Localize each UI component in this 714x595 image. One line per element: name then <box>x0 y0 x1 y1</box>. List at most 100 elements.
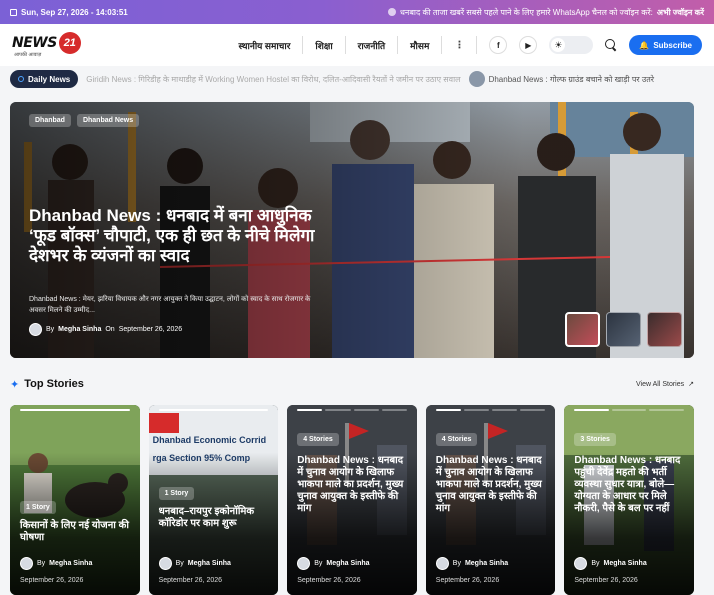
hero-thumbnails <box>565 312 682 347</box>
story-card[interactable]: 4 Stories Dhanbad News : धनबाद में चुनाव… <box>425 405 556 595</box>
story-card[interactable]: 1 Story किसानों के लिए नई योजना की घोषणा… <box>10 405 140 595</box>
calendar-icon <box>10 8 17 16</box>
subscribe-button[interactable]: 🔔 Subscribe <box>629 35 702 55</box>
site-header: NEWS 21 आपकी आवाज़ स्थानीय समाचार शिक्षा… <box>0 24 714 66</box>
author-name[interactable]: Megha Sinha <box>465 560 508 567</box>
logo-tagline: आपकी आवाज़ <box>14 52 42 58</box>
hero-thumbnail[interactable] <box>606 312 641 347</box>
story-card[interactable]: 3 Stories Dhanbad News : धनबाद पहुंची दे… <box>564 405 694 595</box>
author-name[interactable]: Megha Sinha <box>604 560 647 567</box>
view-all-stories-link[interactable]: View All Stories ↗ <box>636 380 694 389</box>
view-all-label: View All Stories <box>636 380 685 388</box>
author-avatar <box>29 323 42 336</box>
ticker-thumbnail <box>468 71 485 87</box>
story-byline: By Megha Sinha <box>297 557 370 570</box>
main-nav: स्थानीय समाचार शिक्षा राजनीति मौसम ⋮ f ▶… <box>238 35 702 55</box>
hero-categories: Dhanbad Dhanbad News <box>29 114 140 127</box>
story-title[interactable]: किसानों के लिए नई योजना की घोषणा <box>20 520 132 544</box>
story-count-badge: 4 Stories <box>297 433 339 446</box>
author-avatar <box>158 557 172 570</box>
story-title[interactable]: Dhanbad News : धनबाद में चुनाव आयोग के ख… <box>436 455 548 515</box>
sparkle-icon: ✦ <box>10 378 20 391</box>
whatsapp-icon <box>387 8 396 16</box>
hero-thumbnail[interactable] <box>647 312 682 347</box>
site-logo[interactable]: NEWS 21 आपकी आवाज़ <box>12 32 81 58</box>
image-headline-text: rga Section 95% Comp <box>152 453 251 463</box>
nav-divider <box>397 36 399 54</box>
logo-badge: 21 <box>58 32 81 54</box>
nav-item-weather[interactable]: मौसम <box>410 39 429 52</box>
story-count-badge: 4 Stories <box>435 433 478 446</box>
story-byline: By Megha Sinha <box>20 557 92 570</box>
ticker-item-text: Dhanbad News : गोल्फ ग्राउंड बचाने को खा… <box>488 74 655 84</box>
story-date: September 26, 2026 <box>435 577 500 584</box>
story-title[interactable]: Dhanbad News : धनबाद में चुनाव आयोग के ख… <box>297 455 409 515</box>
story-count-badge: 3 Stories <box>574 433 616 446</box>
datetime-text: Sun, Sep 27, 2026 - 14:03:51 <box>21 7 128 17</box>
bell-icon: 🔔 <box>639 40 650 50</box>
story-progress <box>10 409 140 411</box>
promo-cta[interactable]: अभी ज्वॉइन करें <box>657 7 704 18</box>
nav-divider <box>476 36 478 54</box>
hero-story[interactable]: Dhanbad Dhanbad News Dhanbad News : धनबा… <box>10 102 694 358</box>
ticker-label: Daily News <box>10 70 79 88</box>
story-progress <box>564 409 694 411</box>
hero-thumbnail[interactable] <box>565 312 600 347</box>
theme-toggle[interactable]: ☀ <box>549 36 594 54</box>
logo-word: NEWS <box>12 35 57 51</box>
nav-item-education[interactable]: शिक्षा <box>315 39 332 52</box>
story-count-badge: 1 Story <box>20 501 56 514</box>
story-progress <box>426 409 556 411</box>
author-name[interactable]: Megha Sinha <box>49 560 92 567</box>
story-byline: By Megha Sinha <box>435 557 508 570</box>
news-ticker: Daily News Giridih News : गिरिडीह के माथ… <box>0 66 714 92</box>
ticker-label-text: Daily News <box>28 74 71 84</box>
hero-title[interactable]: Dhanbad News : धनबाद में बना आधुनिक ‘फूड… <box>29 206 329 266</box>
story-progress <box>149 409 279 411</box>
image-headline-text: Dhanbad Economic Corrid <box>152 435 267 445</box>
top-stories-title: Top Stories <box>24 378 84 390</box>
more-menu-icon[interactable]: ⋮ <box>454 40 464 51</box>
story-title[interactable]: धनबाद–रायपुर इकोनॉमिक कॉरिडोर पर काम शुर… <box>159 506 271 530</box>
story-date: September 26, 2026 <box>297 577 361 584</box>
nav-divider <box>441 36 443 54</box>
category-chip[interactable]: Dhanbad News <box>76 114 140 127</box>
story-count-badge: 1 Story <box>158 487 195 500</box>
ticker-item-text: Giridih News : गिरिडीह के माथाडीह में Wo… <box>86 74 461 84</box>
story-title[interactable]: Dhanbad News : धनबाद पहुंची देवेंद्र महत… <box>574 455 686 515</box>
top-bar: Sun, Sep 27, 2026 - 14:03:51 धनबाद की ता… <box>0 0 714 24</box>
story-byline: By Megha Sinha <box>158 557 231 570</box>
sun-icon: ☀ <box>551 38 566 52</box>
byline-on: On <box>105 326 115 333</box>
hero-date: September 26, 2026 <box>118 326 183 333</box>
nav-item-local-news[interactable]: स्थानीय समाचार <box>238 39 290 52</box>
author-name[interactable]: Megha Sinha <box>58 326 101 333</box>
author-avatar <box>574 557 588 570</box>
story-card[interactable]: Dhanbad Economic Corrid rga Section 95% … <box>148 405 279 595</box>
nav-item-politics[interactable]: राजनीति <box>358 39 385 52</box>
subscribe-label: Subscribe <box>653 40 692 50</box>
date-display: Sun, Sep 27, 2026 - 14:03:51 <box>10 8 128 17</box>
author-name[interactable]: Megha Sinha <box>326 560 369 567</box>
story-date: September 26, 2026 <box>574 577 638 584</box>
nav-divider <box>302 36 304 54</box>
author-avatar <box>435 557 449 570</box>
author-avatar <box>20 557 33 570</box>
story-progress <box>287 409 417 411</box>
story-date: September 26, 2026 <box>158 577 223 584</box>
story-byline: By Megha Sinha <box>574 557 647 570</box>
story-card[interactable]: 4 Stories Dhanbad News : धनबाद में चुनाव… <box>287 405 417 595</box>
author-name[interactable]: Megha Sinha <box>188 560 231 567</box>
whatsapp-promo[interactable]: धनबाद की ताजा खबरें सबसे पहले पाने के लि… <box>387 7 704 18</box>
author-avatar <box>297 557 311 570</box>
promo-text: धनबाद की ताजा खबरें सबसे पहले पाने के लि… <box>399 7 653 17</box>
ticker-item[interactable]: Giridih News : गिरिडीह के माथाडीह में Wo… <box>86 74 460 85</box>
hero-excerpt: Dhanbad News : मेयर, झरिया विधायक और नगर… <box>29 296 311 314</box>
top-stories-header: ✦ Top Stories View All Stories ↗ <box>10 376 694 392</box>
arrow-up-right-icon: ↗ <box>688 381 694 388</box>
search-icon[interactable] <box>605 39 617 51</box>
ticker-item[interactable]: Dhanbad News : गोल्फ ग्राउंड बचाने को खा… <box>468 71 655 87</box>
category-chip[interactable]: Dhanbad <box>29 114 71 127</box>
facebook-icon[interactable]: f <box>489 36 508 54</box>
youtube-icon[interactable]: ▶ <box>519 36 538 54</box>
